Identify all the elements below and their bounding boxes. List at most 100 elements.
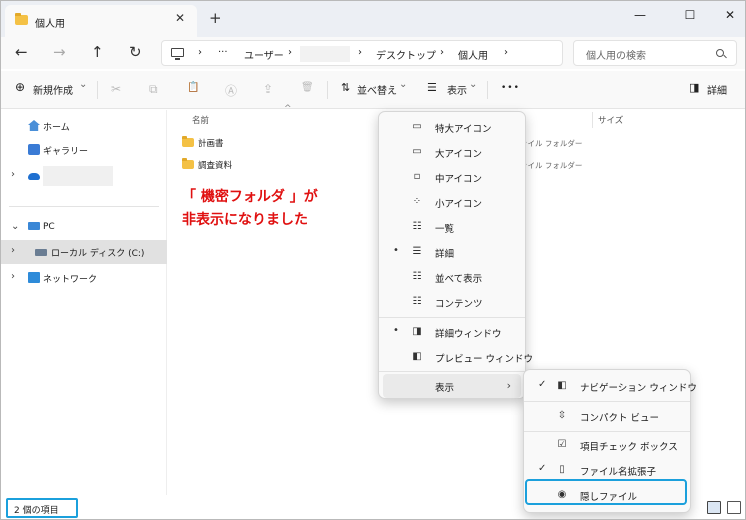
menu-item-details-pane[interactable]: • ◨ 詳細ウィンドウ: [383, 320, 521, 344]
menu-item-label: 表示: [435, 383, 455, 394]
breadcrumb-separator[interactable]: ›: [504, 47, 508, 58]
paste-icon[interactable]: 📋: [187, 82, 199, 93]
breadcrumb-separator[interactable]: ›: [440, 47, 444, 58]
sidebar-item-local-disk[interactable]: › ローカル ディスク (C:): [1, 240, 167, 264]
menu-item-label: 詳細: [435, 249, 455, 260]
breadcrumb-user-redacted[interactable]: [300, 46, 350, 62]
sidebar-item-label: ローカル ディスク (C:): [51, 249, 145, 259]
grid-icon: ⁘: [412, 196, 422, 207]
folder-icon: [182, 158, 194, 169]
rename-icon[interactable]: Ⓐ: [225, 82, 237, 99]
home-icon: [28, 120, 40, 131]
check-icon: ✓: [538, 463, 547, 474]
address-bar[interactable]: › ··· ユーザー › › デスクトップ › 個人用 ›: [161, 40, 563, 66]
submenu-item-navigation-pane[interactable]: ✓ ◧ ナビゲーション ウィンドウ: [528, 374, 697, 398]
column-header-name[interactable]: 名前: [192, 114, 209, 126]
breadcrumb-personal[interactable]: 個人用: [458, 47, 488, 62]
details-view-button[interactable]: [707, 501, 721, 514]
file-row[interactable]: 計画書: [180, 134, 380, 152]
minimize-button[interactable]: —: [625, 5, 655, 25]
cut-icon[interactable]: ✂: [111, 82, 121, 96]
view-icon: ☰: [427, 81, 437, 94]
back-button[interactable]: ←: [15, 43, 28, 61]
sidebar-item-label: ギャラリー: [43, 147, 89, 157]
onedrive-label-redacted: [43, 166, 113, 186]
menu-item-tiles[interactable]: ☷ 並べて表示: [383, 265, 521, 289]
folder-icon: [15, 13, 28, 25]
search-icon: [716, 49, 724, 57]
menu-item-small-icons[interactable]: ⁘ 小アイコン: [383, 190, 521, 214]
copy-icon[interactable]: ⧉: [149, 82, 158, 97]
menu-item-medium-icons[interactable]: ▫ 中アイコン: [383, 165, 521, 189]
up-button[interactable]: ↑: [91, 43, 104, 61]
new-button[interactable]: 新規作成: [33, 82, 73, 97]
menu-item-label: プレビュー ウィンドウ: [435, 354, 534, 365]
close-button[interactable]: ✕: [715, 5, 745, 25]
breadcrumb-users[interactable]: ユーザー: [244, 47, 284, 62]
menu-item-content[interactable]: ☷ コンテンツ: [383, 290, 521, 314]
sidebar-item-label: ネットワーク: [43, 275, 98, 285]
menu-separator: [379, 317, 525, 318]
breadcrumb-desktop[interactable]: デスクトップ: [376, 47, 436, 62]
tab-title: 個人用: [35, 19, 65, 30]
sidebar-item-home[interactable]: ホーム: [1, 114, 167, 138]
breadcrumb-overflow[interactable]: ···: [218, 47, 228, 58]
maximize-button[interactable]: ☐: [675, 5, 705, 25]
menu-item-large-icons[interactable]: ▭ 大アイコン: [383, 140, 521, 164]
details-button[interactable]: 詳細: [707, 82, 727, 97]
submenu-item-checkboxes[interactable]: ☑ 項目チェック ボックス: [528, 433, 686, 457]
delete-icon[interactable]: 🗑: [301, 82, 314, 93]
menu-item-label: 項目チェック ボックス: [580, 442, 678, 453]
search-input[interactable]: 個人用の検索: [586, 47, 646, 62]
tab-close-button[interactable]: ✕: [175, 11, 185, 25]
file-row[interactable]: 調査資料: [180, 156, 380, 174]
menu-item-list[interactable]: ☷ 一覧: [383, 215, 521, 239]
toolbar-divider: [327, 81, 328, 99]
computer-icon: [171, 48, 184, 60]
pc-icon: [28, 222, 40, 230]
sidebar-item-gallery[interactable]: ギャラリー: [1, 138, 167, 162]
tiles-view-button[interactable]: [727, 501, 741, 514]
menu-item-details[interactable]: • ☰ 詳細: [383, 240, 521, 264]
share-icon[interactable]: ⇪: [263, 82, 273, 96]
menu-item-extra-large-icons[interactable]: ▭ 特大アイコン: [383, 115, 521, 139]
submenu-item-compact-view[interactable]: ⇳ コンパクト ビュー: [528, 404, 686, 428]
more-options-button[interactable]: •••: [501, 83, 520, 93]
file-name: 調査資料: [198, 161, 233, 171]
navigation-pane: ホーム ギャラリー › ⌄ PC › ローカル ディスク (C:) › ネットワ…: [1, 110, 167, 495]
menu-item-label: 並べて表示: [435, 274, 483, 285]
annotation-line: 非表示になりました: [182, 212, 308, 228]
forward-button[interactable]: →: [53, 43, 66, 61]
sidebar-item-network[interactable]: › ネットワーク: [1, 266, 167, 290]
menu-item-preview-pane[interactable]: ◧ プレビュー ウィンドウ: [383, 345, 533, 369]
breadcrumb-separator[interactable]: ›: [198, 47, 202, 58]
chevron-right-icon[interactable]: ›: [11, 245, 15, 256]
new-tab-button[interactable]: +: [209, 9, 222, 27]
view-menu: ▭ 特大アイコン ▭ 大アイコン ▫ 中アイコン ⁘ 小アイコン ☷ 一覧 • …: [378, 111, 533, 399]
sidebar-item-label: PC: [43, 222, 55, 232]
sidebar-item-label: ホーム: [43, 123, 70, 133]
sidebar-item-pc[interactable]: ⌄ PC: [1, 216, 167, 240]
sidebar-item-onedrive[interactable]: ›: [1, 164, 167, 188]
menu-item-label: 小アイコン: [435, 199, 483, 210]
tab-personal[interactable]: 個人用 ✕: [5, 5, 197, 37]
refresh-button[interactable]: ↻: [129, 43, 142, 61]
sort-icon: ⇅: [341, 81, 351, 94]
toolbar-divider: [487, 81, 488, 99]
chevron-down-icon[interactable]: ⌄: [11, 221, 19, 232]
breadcrumb-separator[interactable]: ›: [358, 47, 362, 58]
list-icon: ☷: [412, 221, 422, 232]
sort-button[interactable]: 並べ替え: [357, 82, 397, 97]
breadcrumb-separator[interactable]: ›: [288, 47, 292, 58]
menu-item-show[interactable]: 表示 ›: [383, 374, 521, 398]
column-header-size[interactable]: サイズ: [598, 114, 623, 126]
menu-item-label: 詳細ウィンドウ: [435, 329, 502, 340]
chevron-right-icon[interactable]: ›: [11, 271, 15, 282]
view-button[interactable]: 表示: [447, 82, 467, 97]
column-divider[interactable]: [592, 112, 593, 128]
search-box[interactable]: 個人用の検索: [573, 40, 737, 66]
chevron-right-icon[interactable]: ›: [11, 169, 15, 180]
chevron-down-icon: ⌄: [79, 79, 88, 90]
sort-ascending-icon: ^: [284, 104, 292, 114]
column-header-label: 名前: [192, 116, 210, 126]
